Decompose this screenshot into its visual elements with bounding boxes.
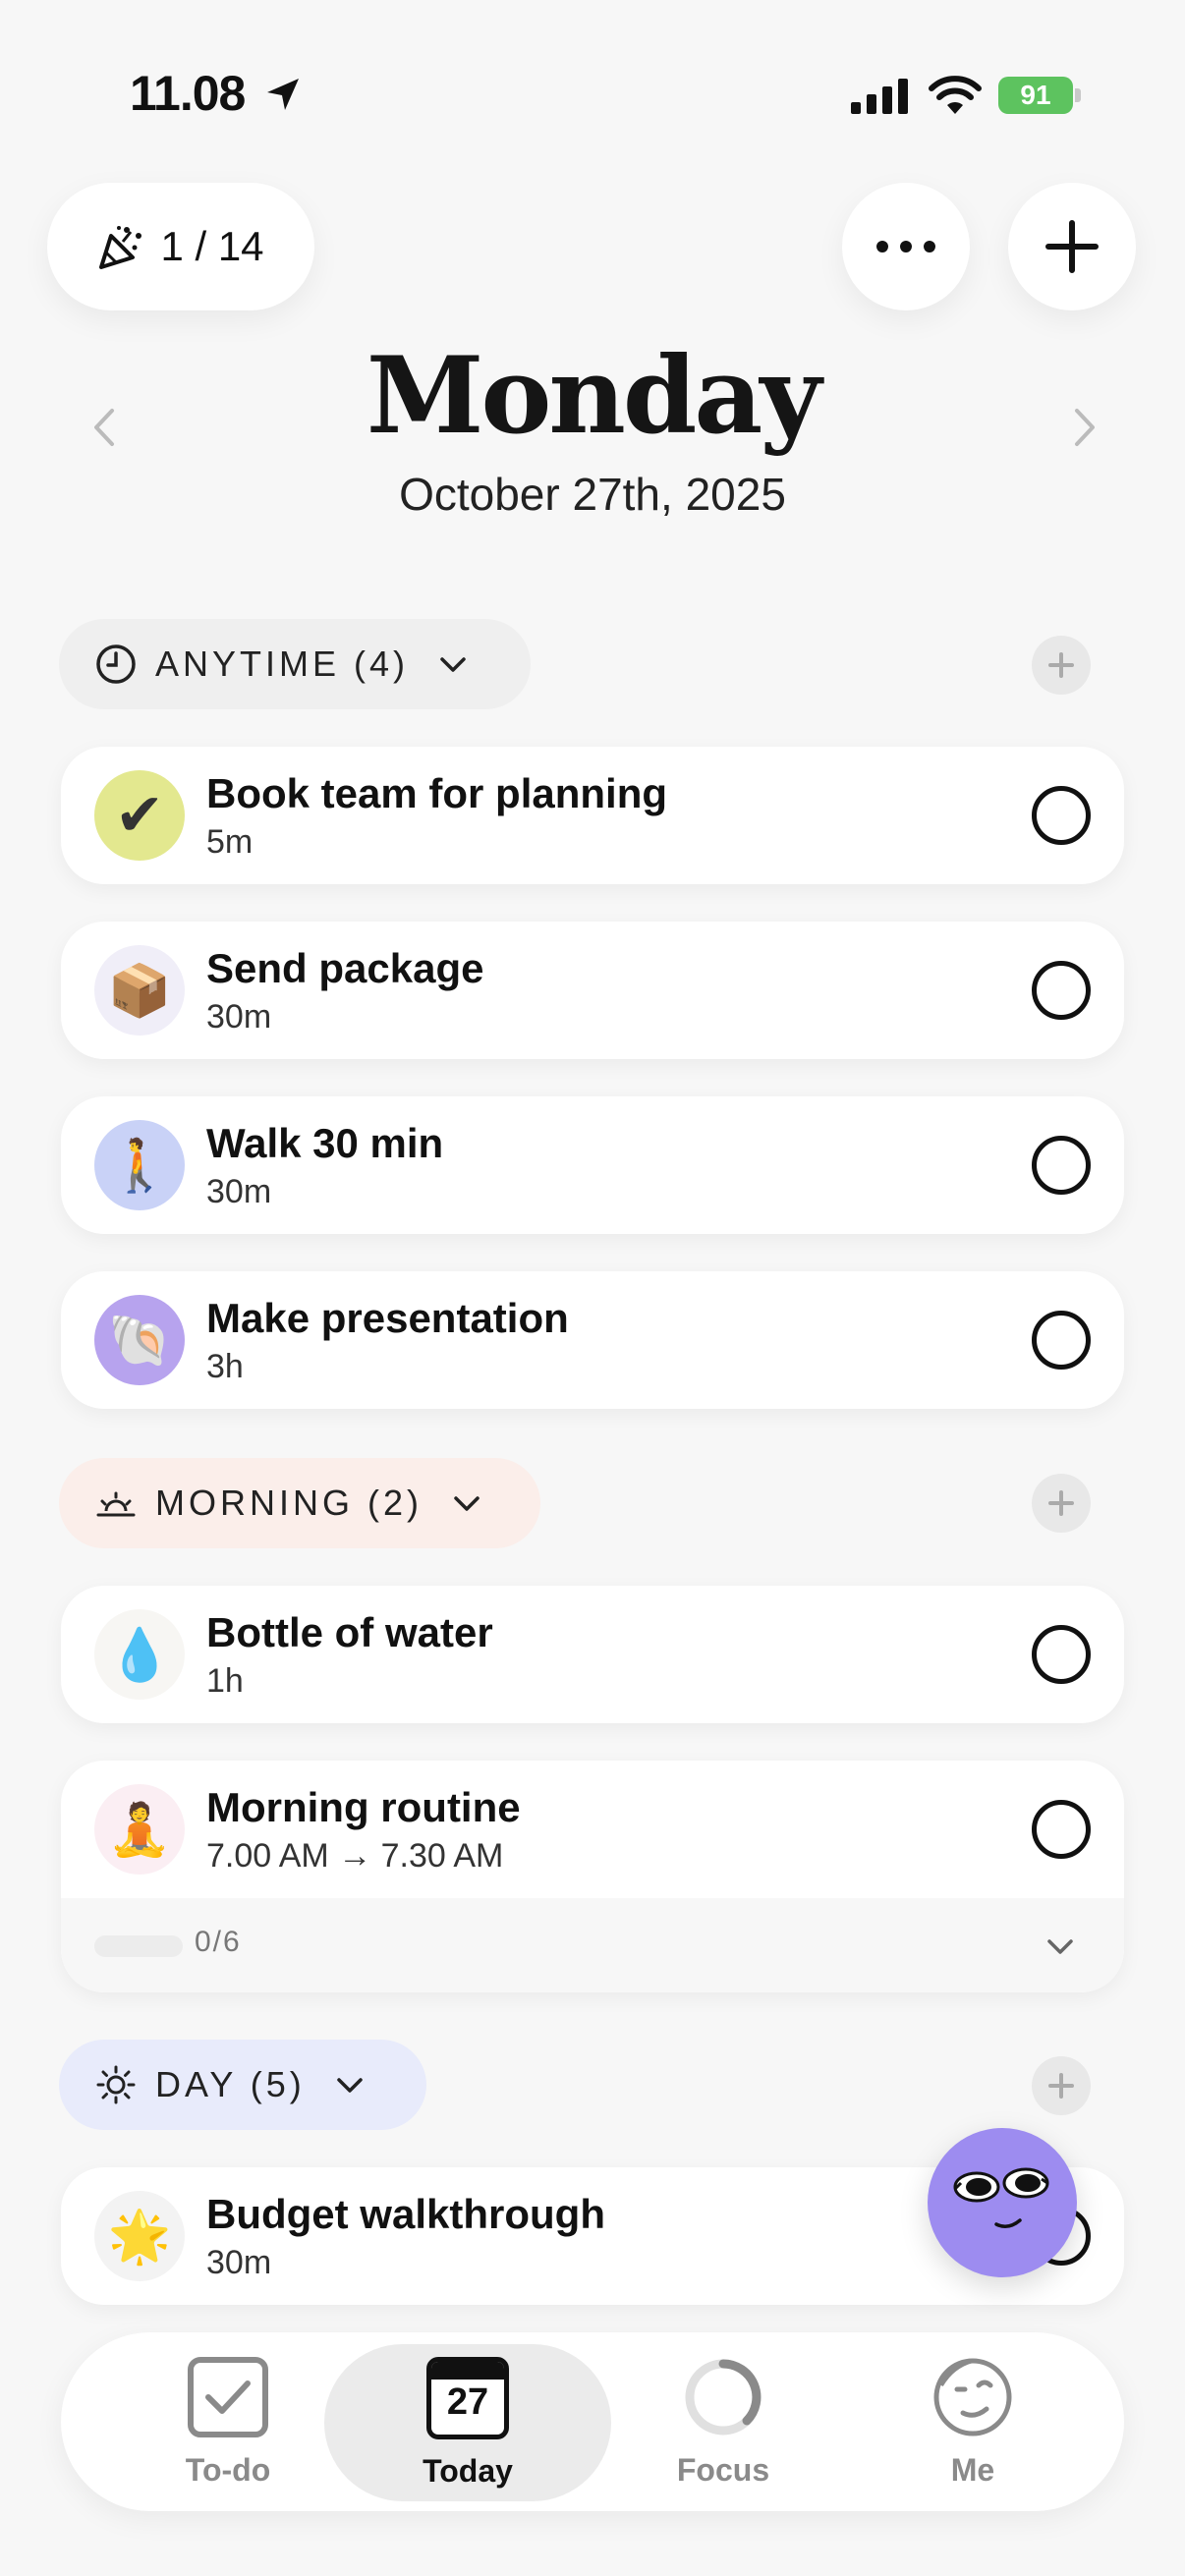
- task-title: Book team for planning: [206, 770, 668, 816]
- task-time-range: 7.00 AM → 7.30 AM: [206, 1837, 504, 1875]
- task-card[interactable]: 💧 Bottle of water 1h: [61, 1586, 1124, 1723]
- task-card[interactable]: ✔ Book team for planning 5m: [61, 747, 1124, 884]
- task-complete-checkbox[interactable]: [1032, 786, 1091, 845]
- tab-focus[interactable]: Focus: [615, 2332, 831, 2511]
- task-complete-checkbox[interactable]: [1032, 1311, 1091, 1370]
- chevron-down-icon[interactable]: [1044, 1930, 1077, 1963]
- task-title: Send package: [206, 945, 484, 991]
- checkbox-icon: [188, 2356, 268, 2437]
- section-day-add-button[interactable]: [1032, 2056, 1091, 2115]
- cool-face-icon: [953, 2167, 1049, 2228]
- walking-person-icon: 🚶: [94, 1120, 185, 1210]
- task-duration: 3h: [206, 1348, 244, 1385]
- more-options-button[interactable]: [842, 183, 970, 310]
- subtasks-count: 0/6: [195, 1926, 242, 1958]
- completed-counter: 1 / 14: [160, 223, 264, 269]
- next-day-chevron-icon[interactable]: [1065, 403, 1104, 452]
- status-time: 11.08: [130, 66, 246, 121]
- task-title: Bottle of water: [206, 1609, 493, 1655]
- tab-me-label: Me: [950, 2451, 995, 2488]
- task-duration: 30m: [206, 998, 272, 1036]
- location-arrow-icon: [267, 79, 299, 110]
- tab-focus-label: Focus: [676, 2451, 770, 2488]
- bottom-tab-bar: To-do 27 Today Focus Me: [61, 2332, 1124, 2511]
- task-title: Budget walkthrough: [206, 2191, 605, 2237]
- subtasks-footer[interactable]: 0/6: [61, 1898, 1124, 1992]
- section-morning-toggle[interactable]: MORNING (2): [59, 1458, 540, 1548]
- tab-todo[interactable]: To-do: [120, 2332, 336, 2511]
- section-anytime-add-button[interactable]: [1032, 636, 1091, 695]
- cellular-signal-icon: [851, 79, 908, 114]
- wifi-icon: [929, 76, 982, 114]
- party-popper-icon: [99, 226, 142, 269]
- task-title: Morning routine: [206, 1784, 521, 1830]
- plus-icon: [1048, 1490, 1074, 1516]
- focus-ring-icon: [685, 2359, 762, 2435]
- section-morning-label: MORNING (2): [155, 1483, 423, 1523]
- task-card[interactable]: 📦 Send package 30m: [61, 922, 1124, 1059]
- task-title: Walk 30 min: [206, 1120, 444, 1166]
- check-mark-icon: ✔: [94, 770, 185, 861]
- day-title: Monday: [366, 334, 821, 458]
- task-card[interactable]: 🚶 Walk 30 min 30m: [61, 1096, 1124, 1234]
- section-anytime-label: ANYTIME (4): [155, 644, 410, 684]
- subtasks-progress-bar: [94, 1935, 183, 1957]
- completed-counter-button[interactable]: 1 / 14: [47, 183, 314, 310]
- section-day-label: DAY (5): [155, 2064, 306, 2104]
- clock-icon: [96, 644, 136, 684]
- section-day-toggle[interactable]: DAY (5): [59, 2040, 426, 2130]
- package-icon: 📦: [94, 945, 185, 1036]
- task-card[interactable]: 🧘 Morning routine 7.00 AM → 7.30 AM 0/6: [61, 1761, 1124, 1992]
- chevron-down-icon: [454, 1496, 480, 1511]
- chevron-down-icon: [440, 657, 466, 672]
- plus-icon: [1048, 652, 1074, 678]
- tab-today[interactable]: 27 Today: [324, 2344, 611, 2501]
- task-complete-checkbox[interactable]: [1032, 1800, 1091, 1859]
- sun-icon: [96, 2065, 136, 2104]
- calendar-icon: 27: [426, 2356, 509, 2439]
- more-dots-icon: [876, 241, 935, 252]
- task-complete-checkbox[interactable]: [1032, 1625, 1091, 1684]
- calendar-day-number: 27: [446, 2380, 489, 2423]
- task-duration: 30m: [206, 2244, 272, 2281]
- water-drop-icon: 💧: [94, 1609, 185, 1700]
- task-title: Make presentation: [206, 1295, 569, 1341]
- task-duration: 1h: [206, 1662, 244, 1700]
- meditation-icon: 🧘: [94, 1784, 185, 1875]
- task-complete-checkbox[interactable]: [1032, 961, 1091, 1020]
- assistant-avatar-button[interactable]: [928, 2128, 1077, 2277]
- shell-icon: 🐚: [94, 1295, 185, 1385]
- task-duration: 30m: [206, 1173, 272, 1210]
- battery-indicator: 91: [998, 77, 1081, 114]
- task-complete-checkbox[interactable]: [1032, 1136, 1091, 1195]
- sunrise-icon: [96, 1491, 136, 1517]
- tab-todo-label: To-do: [185, 2451, 271, 2488]
- battery-level: 91: [998, 77, 1073, 114]
- star-icon: 🌟: [94, 2191, 185, 2281]
- task-duration: 5m: [206, 823, 254, 861]
- section-anytime-toggle[interactable]: ANYTIME (4): [59, 619, 531, 709]
- add-task-button[interactable]: [1008, 183, 1136, 310]
- plus-icon: [1045, 220, 1099, 273]
- task-card[interactable]: 🐚 Make presentation 3h: [61, 1271, 1124, 1409]
- chevron-down-icon: [336, 2078, 363, 2093]
- date-subtitle: October 27th, 2025: [399, 469, 786, 520]
- profile-face-icon: [933, 2358, 1012, 2436]
- plus-icon: [1048, 2073, 1074, 2099]
- section-morning-add-button[interactable]: [1032, 1474, 1091, 1533]
- tab-me[interactable]: Me: [865, 2332, 1081, 2511]
- tab-today-label: Today: [423, 2452, 513, 2489]
